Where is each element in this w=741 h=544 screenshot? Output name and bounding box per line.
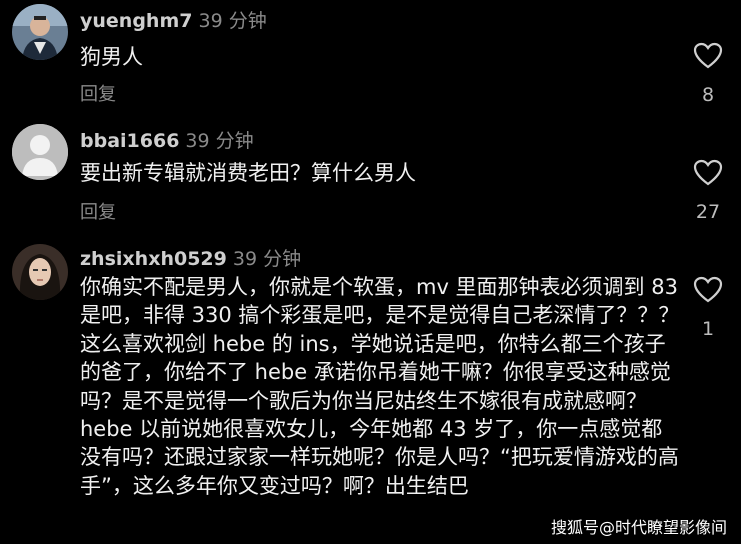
heart-icon[interactable]: [693, 159, 723, 187]
comment-text: 狗男人: [80, 45, 143, 69]
comment-time: 39 分钟: [198, 10, 267, 32]
comment-text: 你确实不配是男人，你就是个软蛋，mv 里面那钟表必须调到 83 是吧，非得 33…: [80, 275, 680, 498]
comment-time: 39 分钟: [232, 248, 302, 270]
woman-photo-avatar-icon: [12, 244, 68, 300]
comment-meta: zhsixhxh0529 39 分钟: [80, 244, 301, 271]
comment-item: zhsixhxh0529 39 分钟 你确实不配是男人，你就是个软蛋，mv 里面那…: [0, 238, 741, 544]
comment-item: bbai1666 39 分钟 要出新专辑就消费老田？算什么男人 回复 27: [0, 120, 741, 230]
heart-icon[interactable]: [693, 42, 723, 70]
comment-text: 要出新专辑就消费老田？算什么男人: [80, 161, 416, 185]
like-count: 1: [701, 318, 715, 340]
like-count: 8: [701, 84, 715, 106]
person-photo-avatar-icon: [12, 4, 68, 60]
username[interactable]: bbai1666: [80, 130, 179, 152]
comment-meta: yuenghm7 39 分钟: [80, 6, 267, 33]
like-count: 27: [695, 201, 721, 223]
reply-button[interactable]: 回复: [80, 198, 116, 224]
watermark: 搜狐号@时代瞭望影像间: [544, 512, 733, 540]
heart-icon[interactable]: [693, 276, 723, 304]
user-avatar[interactable]: [12, 124, 68, 180]
user-avatar[interactable]: [12, 4, 68, 60]
default-person-avatar-icon: [12, 124, 68, 180]
username[interactable]: zhsixhxh0529: [80, 248, 227, 270]
reply-button[interactable]: 回复: [80, 80, 116, 106]
user-avatar[interactable]: [12, 244, 68, 300]
comment-item: yuenghm7 39 分钟 狗男人 回复 8: [0, 0, 741, 110]
username[interactable]: yuenghm7: [80, 10, 192, 32]
comment-time: 39 分钟: [185, 130, 254, 152]
comment-meta: bbai1666 39 分钟: [80, 126, 254, 153]
